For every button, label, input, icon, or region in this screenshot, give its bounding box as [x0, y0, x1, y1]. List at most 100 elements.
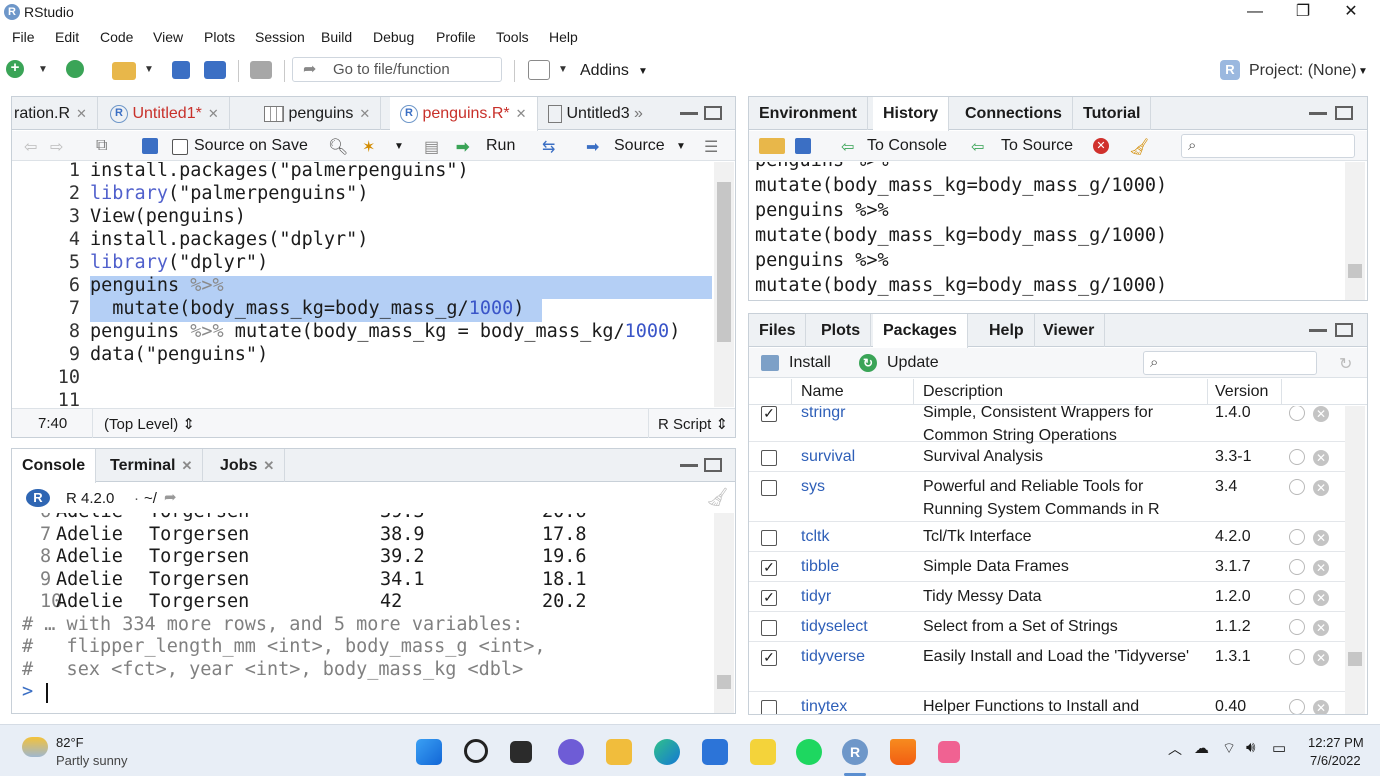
menu-edit[interactable]: Edit — [55, 29, 79, 45]
tab-untitled3[interactable]: Untitled3 » — [538, 97, 653, 130]
broom-icon[interactable]: 🧹︎ — [706, 487, 729, 508]
history-entry[interactable]: mutate(body_mass_kg=body_mass_g/1000) — [755, 175, 1167, 196]
globe-icon[interactable] — [1289, 589, 1305, 605]
tab-untitled1[interactable]: R Untitled1* ✕ — [100, 97, 230, 130]
tab-plots[interactable]: Plots — [811, 314, 872, 347]
remove-package-icon[interactable]: ✕ — [1313, 406, 1329, 422]
remove-package-icon[interactable]: ✕ — [1313, 560, 1329, 576]
package-checkbox[interactable] — [761, 700, 777, 714]
chevron-down-icon[interactable]: ▼ — [38, 64, 48, 84]
project-menu[interactable]: Project: (None) — [1249, 62, 1357, 80]
weather-icon[interactable] — [22, 737, 48, 757]
packages-search-input[interactable]: ⌕ — [1143, 351, 1317, 375]
menu-profile[interactable]: Profile — [436, 29, 476, 45]
minimize-pane-icon[interactable] — [1309, 111, 1327, 115]
remove-package-icon[interactable]: ✕ — [1313, 450, 1329, 466]
close-icon[interactable]: ✕ — [208, 106, 219, 121]
close-icon[interactable]: ✕ — [359, 106, 370, 121]
history-entry[interactable]: mutate(body_mass_kg=body_mass_g/1000) — [755, 225, 1167, 246]
minimize-pane-icon[interactable] — [680, 463, 698, 467]
editor-scrollbar[interactable] — [714, 162, 734, 407]
minimize-pane-icon[interactable] — [1309, 328, 1327, 332]
package-checkbox[interactable]: ✓ — [761, 406, 777, 422]
package-name[interactable]: tidyselect — [801, 618, 868, 636]
install-button[interactable]: Install — [789, 354, 831, 372]
store-icon[interactable] — [702, 739, 728, 765]
close-icon[interactable]: ✕ — [76, 106, 87, 121]
teams-chat-icon[interactable] — [558, 739, 584, 765]
code-line[interactable]: install.packages("palmerpenguins") — [90, 162, 469, 181]
package-name[interactable]: tidyverse — [801, 648, 865, 666]
tab-penguins-r[interactable]: R penguins.R* ✕ — [390, 97, 538, 131]
menu-session[interactable]: Session — [255, 29, 305, 45]
task-view-icon[interactable] — [510, 741, 532, 763]
history-entry[interactable]: penguins %>% — [755, 162, 889, 171]
globe-icon[interactable] — [1289, 619, 1305, 635]
maximize-pane-icon[interactable] — [1335, 323, 1353, 337]
minimize-pane-icon[interactable] — [680, 111, 698, 115]
menu-help[interactable]: Help — [549, 29, 578, 45]
source-icon[interactable]: ➡ — [586, 137, 599, 157]
start-icon[interactable] — [416, 739, 442, 765]
print-icon[interactable] — [250, 61, 272, 79]
remove-package-icon[interactable]: ✕ — [1313, 530, 1329, 546]
package-checkbox[interactable] — [761, 480, 777, 496]
code-editor[interactable]: 1 install.packages("palmerpenguins") 2 libr… — [12, 162, 714, 407]
clock-time[interactable]: 12:27 PM — [1308, 735, 1364, 750]
clock-date[interactable]: 7/6/2022 — [1310, 753, 1361, 768]
source-button[interactable]: Source — [614, 137, 665, 155]
sticky-notes-icon[interactable] — [750, 739, 776, 765]
console-output[interactable]: 6AdelieTorgersen39.320.67AdelieTorgersen… — [12, 513, 714, 713]
tab-ration[interactable]: ration.R ✕ — [12, 97, 98, 130]
package-name[interactable]: stringr — [801, 406, 845, 422]
code-line[interactable]: data("penguins") — [90, 344, 268, 365]
globe-icon[interactable] — [1289, 529, 1305, 545]
close-button[interactable]: ✕ — [1328, 0, 1374, 26]
magic-wand-icon[interactable]: ✶ — [362, 137, 375, 157]
menu-plots[interactable]: Plots — [204, 29, 235, 45]
menu-code[interactable]: Code — [100, 29, 133, 45]
package-name[interactable]: survival — [801, 448, 855, 466]
code-line[interactable]: library("dplyr") — [90, 252, 268, 273]
chevron-down-icon[interactable]: ▼ — [394, 141, 404, 152]
share-arrow-icon[interactable]: ➦ — [164, 488, 177, 506]
wifi-icon[interactable]: ⌔ — [1222, 739, 1236, 758]
remove-package-icon[interactable]: ✕ — [1313, 590, 1329, 606]
package-name[interactable]: tidyr — [801, 588, 831, 606]
tab-jobs[interactable]: Jobs ✕ — [210, 449, 286, 482]
forward-icon[interactable]: ⇨ — [50, 137, 63, 157]
globe-icon[interactable] — [1289, 449, 1305, 465]
code-line[interactable]: View(penguins) — [90, 206, 246, 227]
maximize-pane-icon[interactable] — [704, 106, 722, 120]
run-icon[interactable]: ➡ — [456, 137, 469, 157]
globe-icon[interactable] — [1289, 559, 1305, 575]
weather-desc[interactable]: Partly sunny — [56, 753, 128, 768]
menu-file[interactable]: File — [12, 29, 35, 45]
package-checkbox[interactable]: ✓ — [761, 590, 777, 606]
to-console-button[interactable]: To Console — [867, 137, 947, 155]
vlc-icon[interactable] — [890, 739, 916, 765]
save-icon[interactable] — [142, 138, 158, 154]
menu-debug[interactable]: Debug — [373, 29, 414, 45]
code-line[interactable]: mutate(body_mass_kg=body_mass_g/1000) — [90, 298, 524, 319]
code-line[interactable]: install.packages("dplyr") — [90, 229, 368, 250]
new-project-icon[interactable] — [66, 60, 84, 78]
tab-penguins-data[interactable]: penguins ✕ — [254, 97, 382, 130]
scope-selector[interactable]: (Top Level) ⇕ — [104, 415, 195, 433]
maximize-pane-icon[interactable] — [704, 458, 722, 472]
history-entry[interactable]: penguins %>% — [755, 200, 889, 221]
spotify-icon[interactable] — [796, 739, 822, 765]
save-history-icon[interactable] — [795, 138, 811, 154]
globe-icon[interactable] — [1289, 699, 1305, 714]
more-tabs-icon[interactable]: » — [630, 105, 643, 122]
goto-file-input[interactable]: ➦ Go to file/function — [292, 57, 502, 82]
chevron-down-icon[interactable]: ▼ — [676, 141, 686, 152]
back-icon[interactable]: ⇦ — [24, 137, 37, 157]
package-name[interactable]: tibble — [801, 558, 839, 576]
remove-entry-icon[interactable]: ✕ — [1093, 138, 1109, 154]
open-folder-icon[interactable] — [112, 62, 136, 80]
tab-viewer[interactable]: Viewer — [1033, 314, 1106, 347]
menu-tools[interactable]: Tools — [496, 29, 529, 45]
tab-tutorial[interactable]: Tutorial — [1073, 97, 1152, 130]
history-entry[interactable]: mutate(body_mass_kg=body_mass_g/1000) — [755, 275, 1167, 296]
